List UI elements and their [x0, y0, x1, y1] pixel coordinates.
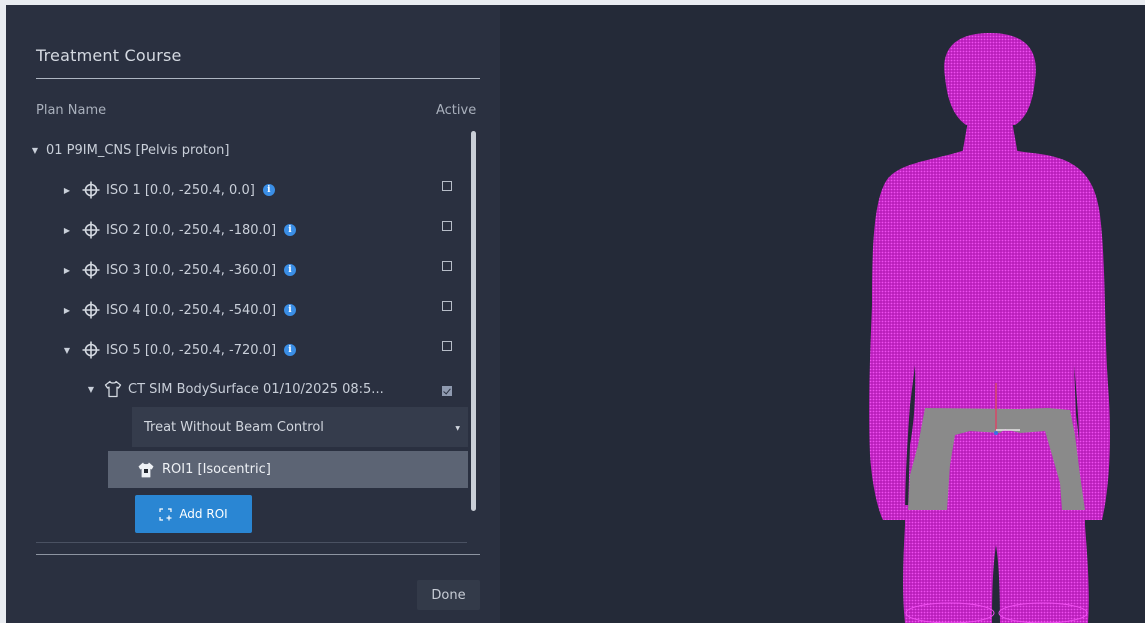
roi-body-icon [138, 462, 154, 477]
neck-mesh [962, 121, 1018, 155]
active-checkbox-iso-1[interactable] [442, 181, 452, 191]
tree-item-iso-5[interactable]: ▼ ISO 5 [0.0, -250.4, -720.0] i [62, 338, 297, 362]
iso-label: ISO 4 [0.0, -250.4, -540.0] [106, 302, 277, 318]
crosshair-icon [82, 181, 100, 199]
axis-gizmo-origin [994, 431, 998, 435]
3d-viewport[interactable] [500, 5, 1145, 623]
body-outline-icon [104, 380, 122, 398]
crosshair-icon [82, 341, 100, 359]
caret-right-icon[interactable]: ▶ [62, 186, 72, 195]
crosshair-icon [82, 221, 100, 239]
beam-control-select[interactable]: Treat Without Beam Control ▼ [132, 407, 468, 447]
caret-down-icon[interactable]: ▼ [86, 385, 96, 394]
iso-label: ISO 1 [0.0, -250.4, 0.0] [106, 182, 255, 198]
caret-right-icon[interactable]: ▶ [62, 266, 72, 275]
add-roi-label: Add ROI [179, 507, 228, 521]
done-button[interactable]: Done [417, 580, 480, 610]
info-icon[interactable]: i [262, 184, 275, 196]
tree-item-iso-1[interactable]: ▶ ISO 1 [0.0, -250.4, 0.0] i [62, 178, 275, 202]
add-roi-icon [159, 507, 172, 521]
tree-item-plan[interactable]: ▼ 01 P9IM_CNS [Pelvis proton] [30, 138, 230, 162]
tree-item-iso-3[interactable]: ▶ ISO 3 [0.0, -250.4, -360.0] i [62, 258, 297, 282]
beam-control-value: Treat Without Beam Control [144, 419, 324, 435]
footer-divider [36, 554, 480, 555]
body-surface-mesh[interactable] [500, 5, 1145, 623]
caret-right-icon[interactable]: ▶ [62, 306, 72, 315]
divider [36, 542, 467, 543]
caret-down-icon[interactable]: ▼ [62, 346, 72, 355]
head-mesh [944, 33, 1036, 125]
done-label: Done [431, 587, 466, 603]
body-surface-label: CT SIM BodySurface 01/10/2025 08:5... [128, 381, 384, 397]
chevron-down-icon: ▼ [455, 425, 460, 432]
plan-label: 01 P9IM_CNS [Pelvis proton] [46, 142, 230, 158]
iso-label: ISO 3 [0.0, -250.4, -360.0] [106, 262, 277, 278]
roi-label: ROI1 [Isocentric] [162, 462, 271, 477]
info-icon[interactable]: i [284, 264, 297, 276]
iso-label: ISO 2 [0.0, -250.4, -180.0] [106, 222, 277, 238]
caret-right-icon[interactable]: ▶ [62, 226, 72, 235]
legs-mesh [903, 505, 1089, 623]
add-roi-button[interactable]: Add ROI [135, 495, 252, 533]
active-checkbox-iso-4[interactable] [442, 301, 452, 311]
info-icon[interactable]: i [284, 224, 297, 236]
crosshair-icon [82, 301, 100, 319]
info-icon[interactable]: i [284, 304, 297, 316]
iso-label: ISO 5 [0.0, -250.4, -720.0] [106, 342, 277, 358]
caret-down-icon[interactable]: ▼ [30, 146, 40, 155]
active-checkbox-iso-5[interactable] [442, 341, 452, 351]
column-header-plan-name: Plan Name [36, 103, 107, 118]
treatment-course-panel: Treatment Course Plan Name Active ▼ 01 P… [6, 5, 500, 623]
title-divider [36, 78, 480, 79]
tree-item-iso-4[interactable]: ▶ ISO 4 [0.0, -250.4, -540.0] i [62, 298, 297, 322]
active-checkbox-iso-3[interactable] [442, 261, 452, 271]
active-checkbox-iso-2[interactable] [442, 221, 452, 231]
tree-item-body-surface[interactable]: ▼ CT SIM BodySurface 01/10/2025 08:5... [86, 377, 384, 401]
crosshair-icon [82, 261, 100, 279]
tree-scrollbar[interactable] [471, 131, 476, 511]
app-window: Treatment Course Plan Name Active ▼ 01 P… [0, 0, 1145, 623]
tree-item-roi[interactable]: ROI1 [Isocentric] [108, 451, 468, 488]
active-checkbox-body-surface[interactable] [442, 386, 452, 396]
panel-title: Treatment Course [36, 46, 182, 65]
info-icon[interactable]: i [284, 344, 297, 356]
column-header-active: Active [436, 103, 477, 118]
tree-item-iso-2[interactable]: ▶ ISO 2 [0.0, -250.4, -180.0] i [62, 218, 297, 242]
